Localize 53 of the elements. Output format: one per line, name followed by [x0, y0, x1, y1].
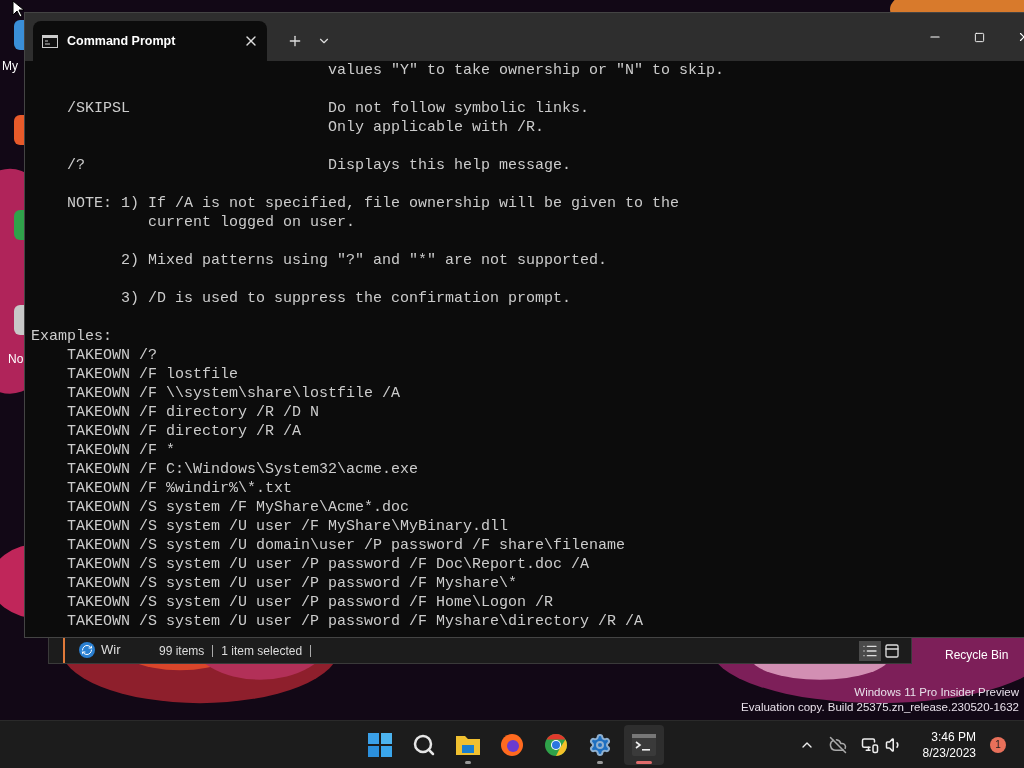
- clock-time[interactable]: 3:46 PM: [931, 728, 976, 745]
- console-line: 2) Mixed patterns using "?" and "*" are not supported.: [120, 251, 608, 270]
- console-line: TAKEOWN /S system /F MyShare\Acme*.doc: [66, 498, 410, 517]
- console-line: TAKEOWN /?: [66, 346, 158, 365]
- console-line: TAKEOWN /F lostfile: [66, 365, 239, 384]
- nav-item[interactable]: Wir: [101, 640, 121, 660]
- clock-date[interactable]: 8/23/2023: [922, 744, 976, 761]
- tab-title: Command Prompt: [67, 32, 176, 50]
- gear-icon: [588, 733, 612, 757]
- fox-globe-icon: [500, 733, 524, 757]
- console-line: TAKEOWN /S system /U user /P password /F Doc\Report.doc /A: [66, 555, 590, 574]
- build-info-text: Windows 11 Pro Insider Preview: [854, 685, 1019, 700]
- terminal-icon: [632, 734, 656, 756]
- console-line: 3) /D is used to suppress the confirmation prompt.: [120, 289, 572, 308]
- console-line: TAKEOWN /F C:\Windows\System32\acme.exe: [66, 460, 419, 479]
- console-line: TAKEOWN /F directory /R /D N: [66, 403, 320, 422]
- desktop-icon-label: Recycle Bin: [945, 647, 1009, 664]
- console-line: TAKEOWN /S system /U domain\user /P password /F share\filename: [66, 536, 626, 555]
- console-line: /? Displays this help message.: [66, 156, 572, 175]
- console-line: TAKEOWN /F *: [66, 441, 176, 460]
- console-line: values "Y" to take ownership or "N" to skip.: [327, 61, 725, 80]
- folder-icon: [455, 733, 481, 757]
- console-line: TAKEOWN /S system /U user /P password /F Home\Logon /R: [66, 593, 554, 612]
- console-icon: [42, 34, 58, 48]
- console-line: current logged on user.: [147, 213, 356, 232]
- new-tab-icon[interactable]: [287, 33, 303, 49]
- console-line: TAKEOWN /S system /U user /P password /F Myshare\directory /R /A: [66, 612, 644, 631]
- cursor-icon: [12, 0, 24, 18]
- sync-icon: [79, 642, 95, 658]
- maximize-icon[interactable]: [974, 31, 985, 43]
- notification-badge[interactable]: 1: [990, 736, 1006, 753]
- console-line: TAKEOWN /S system /U user /F MyShare\MyBinary.dll: [66, 517, 509, 536]
- chrome-icon: [544, 733, 568, 757]
- console-line: Only applicable with /R.: [327, 118, 545, 137]
- network-icon[interactable]: [860, 735, 879, 754]
- search-icon: [412, 733, 436, 757]
- terminal-tab[interactable]: Command Prompt: [33, 21, 267, 61]
- console-line: TAKEOWN /F \\system\share\lostfile /A: [66, 384, 401, 403]
- desktop-icon-label: No: [8, 351, 24, 367]
- status-text: 1 item selected: [221, 642, 303, 660]
- status-text: 99 items: [159, 642, 205, 660]
- cloud-off-icon[interactable]: [828, 735, 847, 754]
- desktop-icon-label: My: [2, 58, 18, 74]
- console-line: Examples:: [31, 327, 112, 346]
- console-line: TAKEOWN /F directory /R /A: [66, 422, 302, 441]
- preview-view-icon: [884, 642, 900, 659]
- console-line: TAKEOWN /F %windir%\*.txt: [66, 479, 293, 498]
- windows-logo-icon: [368, 733, 392, 757]
- build-info-text: Evaluation copy. Build 25375.zn_release.230520-1632: [741, 700, 1019, 715]
- view-button[interactable]: [859, 640, 881, 661]
- console-line: NOTE: 1) If /A is not specified, file ownership will be given to the: [66, 194, 680, 213]
- console-line: /SKIPSL Do not follow symbolic links.: [66, 99, 590, 118]
- console-line: TAKEOWN /S system /U user /P password /F Myshare\*: [66, 574, 518, 593]
